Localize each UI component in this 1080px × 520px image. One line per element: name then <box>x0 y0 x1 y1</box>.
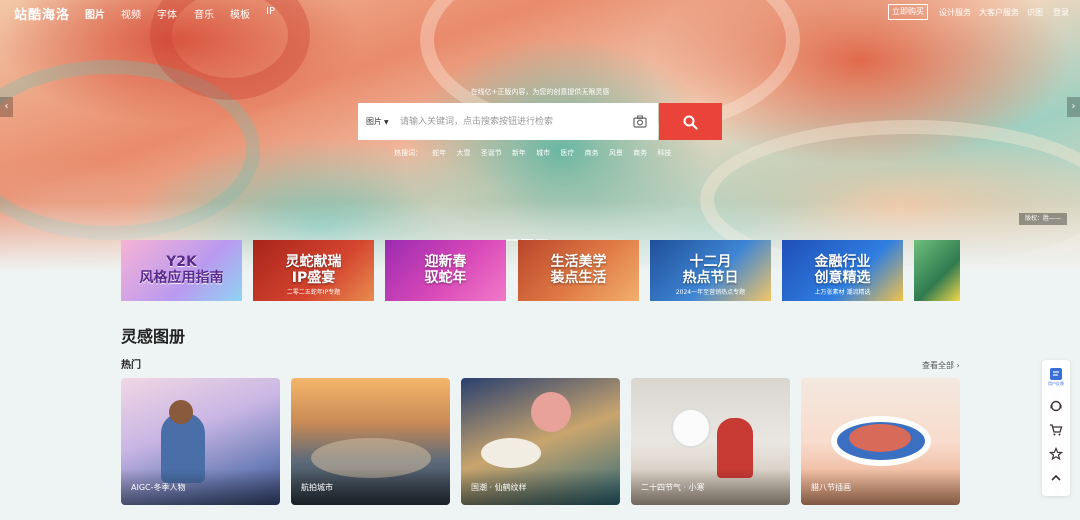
banner-title: 生活美学 装点生活 <box>550 254 607 286</box>
promo-banner-finance[interactable]: 金融行业 创意精选 上万张素材 潮流精选 <box>782 240 903 301</box>
hot-word[interactable]: 风景 <box>609 149 623 157</box>
hot-word[interactable]: 医疗 <box>560 149 574 157</box>
album-card[interactable]: 国潮 · 仙鹤纹样 <box>461 378 620 505</box>
camera-icon[interactable] <box>633 115 647 128</box>
album-card[interactable]: 二十四节气 · 小寒 <box>631 378 790 505</box>
carousel-next-arrow[interactable]: › <box>1067 97 1080 117</box>
promo-banner-new-year[interactable]: 迎新春 驭蛇年 <box>385 240 506 301</box>
favorites-button[interactable] <box>1042 442 1070 466</box>
search-input[interactable] <box>400 112 620 132</box>
carousel-dots <box>506 226 551 241</box>
nav-item-fonts[interactable]: 字体 <box>157 6 177 21</box>
card-label: 腊八节插画 <box>811 483 851 492</box>
banner-subtitle: 2024一年至营销热点专题 <box>675 289 746 296</box>
banner-title: 十二月 热点节日 <box>682 254 739 286</box>
carousel-dot[interactable] <box>506 239 518 241</box>
banner-title: 灵蛇献瑞 IP盛宴 <box>285 254 342 286</box>
banner-title: 金融行业 创意精选 <box>814 254 871 286</box>
back-to-top-button[interactable] <box>1042 466 1070 490</box>
search-box: 图片 ▼ <box>358 103 658 140</box>
banner-subtitle: 上万张素材 潮流精选 <box>814 289 871 296</box>
feedback-label: 用户反馈 <box>1048 381 1064 386</box>
hot-word[interactable]: 科技 <box>657 149 671 157</box>
card-illustration <box>849 424 911 452</box>
back-to-top-icon <box>1051 474 1061 481</box>
nav-enterprise-service[interactable]: 大客户服务 <box>979 7 1019 18</box>
hot-word[interactable]: 商务 <box>585 149 599 157</box>
nav-item-ip[interactable]: IP <box>266 6 275 17</box>
search-type-label: 图片 <box>366 117 382 126</box>
section-subtitle: 热门 <box>121 360 141 371</box>
hero-tagline: 在线亿+正版内容，为您的创意提供无限灵感 <box>470 88 610 96</box>
nav-login[interactable]: 登录 <box>1053 7 1069 18</box>
card-label: 航拍城市 <box>301 483 333 492</box>
card-label: 国潮 · 仙鹤纹样 <box>471 483 527 492</box>
service-icon <box>1050 400 1062 412</box>
hot-word[interactable]: 圣诞节 <box>481 149 502 157</box>
nav-item-music[interactable]: 音乐 <box>194 6 214 21</box>
nav-item-images[interactable]: 图片 <box>85 6 105 21</box>
cart-icon <box>1050 424 1063 436</box>
card-illustration <box>169 400 193 424</box>
site-logo[interactable]: 站酷海洛 <box>14 4 70 23</box>
search-icon <box>683 115 698 130</box>
customer-service-button[interactable] <box>1042 394 1070 418</box>
search-button[interactable] <box>659 103 722 140</box>
card-label: AIGC-冬季人物 <box>131 483 186 492</box>
card-illustration <box>531 392 571 432</box>
banner-subtitle: 二零二五蛇年IP专题 <box>286 289 341 296</box>
album-card[interactable]: 腊八节插画 <box>801 378 960 505</box>
feedback-icon <box>1050 368 1062 380</box>
nav-design-service[interactable]: 设计服务 <box>939 7 971 18</box>
nav-item-templates[interactable]: 模板 <box>230 6 250 21</box>
banner-title: 迎新春 驭蛇年 <box>424 254 467 286</box>
chevron-down-icon: ▼ <box>384 119 389 126</box>
card-illustration <box>671 408 711 448</box>
feedback-button[interactable]: 用户反馈 <box>1042 362 1070 392</box>
hot-word[interactable]: 城市 <box>536 149 550 157</box>
cart-button[interactable] <box>1042 418 1070 442</box>
search-type-dropdown[interactable]: 图片 ▼ <box>366 116 389 127</box>
promo-banner-lifestyle[interactable]: 生活美学 装点生活 <box>518 240 639 301</box>
hot-words-label: 热搜词： <box>394 149 422 157</box>
banner-title: Y2K 风格应用指南 <box>139 254 224 286</box>
hot-word[interactable]: 新年 <box>512 149 526 157</box>
copyright-tag: 版权：胜—— <box>1019 213 1067 225</box>
hot-word[interactable]: 蛇年 <box>432 149 446 157</box>
buy-now-button[interactable]: 立即购买 <box>888 4 928 20</box>
hot-word[interactable]: 大雪 <box>456 149 470 157</box>
promo-banner-december[interactable]: 十二月 热点节日 2024一年至营销热点专题 <box>650 240 771 301</box>
album-card[interactable]: 航拍城市 <box>291 378 450 505</box>
hot-word[interactable]: 商务 <box>633 149 647 157</box>
card-label: 二十四节气 · 小寒 <box>641 483 705 492</box>
section-title: 灵感图册 <box>121 327 186 346</box>
promo-banner-partial[interactable] <box>914 240 960 301</box>
float-toolbar: 用户反馈 <box>1042 360 1070 496</box>
nav-image-search[interactable]: 识图 <box>1027 7 1043 18</box>
promo-banner-snake-ip[interactable]: 灵蛇献瑞 IP盛宴 二零二五蛇年IP专题 <box>253 240 374 301</box>
star-icon <box>1049 447 1063 461</box>
hot-words: 热搜词： 蛇年 大雪 圣诞节 新年 城市 医疗 商务 风景 商务 科技 <box>394 148 679 158</box>
album-card[interactable]: AIGC-冬季人物 <box>121 378 280 505</box>
nav-item-video[interactable]: 视频 <box>121 6 141 21</box>
card-illustration <box>481 438 541 468</box>
view-all-link[interactable]: 查看全部 › <box>922 360 960 371</box>
promo-banner-y2k[interactable]: Y2K 风格应用指南 <box>121 240 242 301</box>
carousel-prev-arrow[interactable]: ‹ <box>0 97 13 117</box>
top-nav: 站酷海洛 图片 视频 字体 音乐 模板 IP 立即购买 设计服务 大客户服务 识… <box>0 0 1080 24</box>
